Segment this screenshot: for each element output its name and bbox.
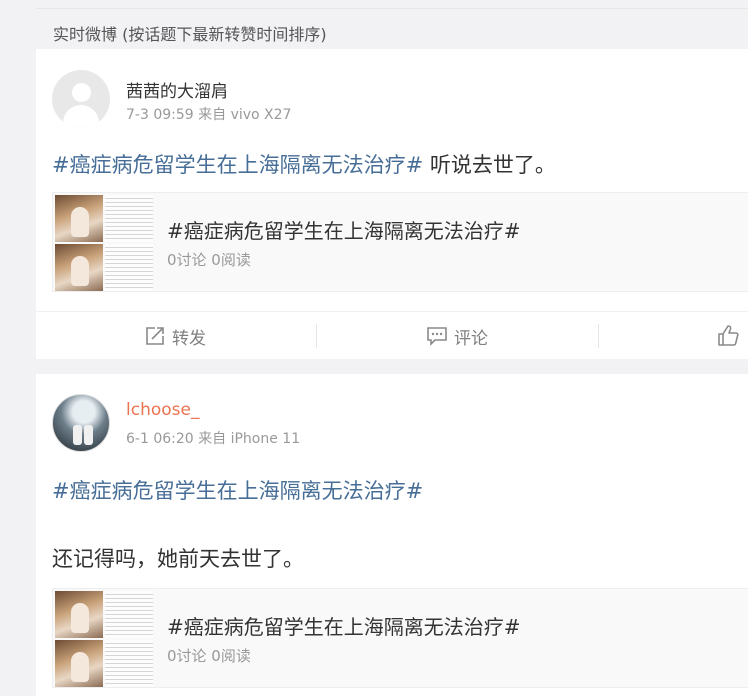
device-name: vivo X27: [230, 107, 292, 123]
topic-link-card[interactable]: #癌症病危留学生在上海隔离无法治疗# 0讨论 0阅读: [52, 192, 748, 292]
link-card-stats: 0讨论 0阅读: [167, 251, 251, 269]
post-topic-line: #癌症病危留学生在上海隔离无法治疗#: [52, 475, 423, 505]
avatar[interactable]: [52, 394, 110, 452]
topic-thumbnail: [55, 591, 153, 687]
post-time[interactable]: 6-1 06:20: [126, 431, 194, 447]
topic-link[interactable]: #癌症病危留学生在上海隔离无法治疗#: [52, 153, 423, 177]
link-card-stats: 0讨论 0阅读: [167, 647, 251, 665]
comment-button[interactable]: 评论: [426, 324, 488, 349]
section-header: 实时微博 (按话题下最新转赞时间排序): [36, 8, 748, 48]
post-meta: 7-3 09:59 来自 vivo X27: [126, 104, 291, 124]
user-name[interactable]: lchoose_: [126, 400, 199, 420]
post-time[interactable]: 7-3 09:59: [126, 107, 194, 123]
from-label: 来自: [198, 431, 227, 447]
post-meta: 6-1 06:20 来自 iPhone 11: [126, 428, 300, 448]
repost-button[interactable]: 转发: [144, 324, 206, 349]
topic-link-card[interactable]: #癌症病危留学生在上海隔离无法治疗# 0讨论 0阅读: [52, 588, 748, 688]
link-card-title[interactable]: #癌症病危留学生在上海隔离无法治疗#: [167, 611, 521, 640]
post-card: lchoose_ 6-1 06:20 来自 iPhone 11 #癌症病危留学生…: [36, 374, 748, 696]
post-card: 茜茜的大溜肩 7-3 09:59 来自 vivo X27 #癌症病危留学生在上海…: [36, 49, 748, 359]
device-name: iPhone 11: [230, 431, 301, 447]
topic-thumbnail: [55, 195, 153, 291]
user-name[interactable]: 茜茜的大溜肩: [126, 77, 228, 102]
like-button[interactable]: [716, 324, 740, 348]
post-text: #癌症病危留学生在上海隔离无法治疗# 听说去世了。: [52, 149, 556, 179]
like-icon: [716, 324, 740, 348]
section-title: 实时微博 (按话题下最新转赞时间排序): [53, 25, 327, 44]
post-body: 还记得吗，她前天去世了。: [52, 547, 304, 571]
from-label: 来自: [198, 107, 227, 123]
default-avatar-icon[interactable]: [52, 70, 110, 128]
link-card-title[interactable]: #癌症病危留学生在上海隔离无法治疗#: [167, 215, 521, 244]
post-body: 听说去世了。: [423, 153, 556, 177]
topic-link[interactable]: #癌症病危留学生在上海隔离无法治疗#: [52, 479, 423, 503]
comment-icon: [426, 325, 448, 347]
comment-label: 评论: [454, 328, 488, 349]
repost-label: 转发: [172, 328, 206, 349]
action-bar: 转发 评论: [36, 311, 748, 359]
repost-icon: [144, 325, 166, 347]
